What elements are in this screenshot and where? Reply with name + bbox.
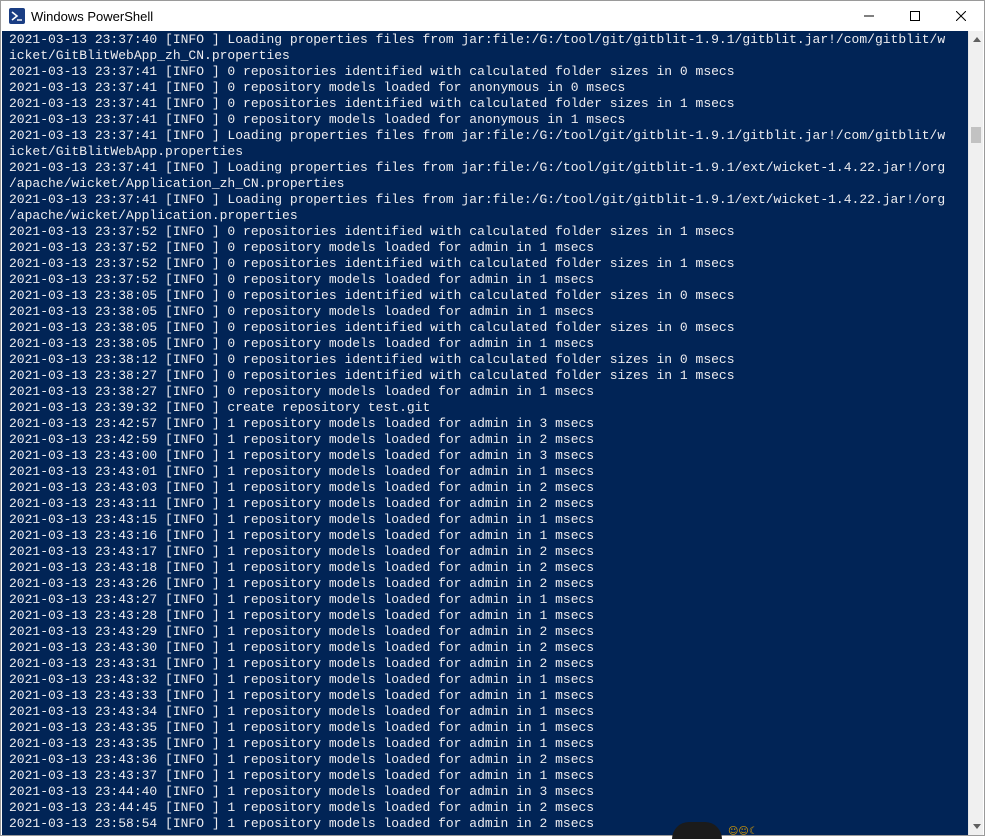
- scroll-up-button[interactable]: [969, 31, 984, 48]
- console-line: /apache/wicket/Application.properties: [9, 208, 298, 223]
- maximize-icon: [910, 11, 920, 21]
- console-line: 2021-03-13 23:43:11 [INFO ] 1 repository…: [9, 496, 595, 511]
- powershell-window: Windows PowerShell 2021-03-13 23:37:40 […: [0, 0, 985, 836]
- console-line: 2021-03-13 23:37:41 [INFO ] Loading prop…: [9, 128, 946, 143]
- console-line: 2021-03-13 23:43:34 [INFO ] 1 repository…: [9, 704, 595, 719]
- scrollbar-thumb[interactable]: [971, 127, 981, 143]
- console-line: /apache/wicket/Application_zh_CN.propert…: [9, 176, 345, 191]
- minimize-icon: [864, 15, 874, 17]
- window-controls: [846, 1, 984, 31]
- console-line: 2021-03-13 23:37:52 [INFO ] 0 repositori…: [9, 224, 735, 239]
- console-line: 2021-03-13 23:37:40 [INFO ] Loading prop…: [9, 32, 946, 47]
- powershell-icon[interactable]: [9, 8, 25, 24]
- minimize-button[interactable]: [846, 1, 892, 31]
- emoji-icons: ☺☺☾: [728, 826, 758, 837]
- console-output[interactable]: 2021-03-13 23:37:40 [INFO ] Loading prop…: [2, 31, 969, 835]
- console-line: 2021-03-13 23:38:27 [INFO ] 0 repository…: [9, 384, 595, 399]
- console-line: 2021-03-13 23:43:26 [INFO ] 1 repository…: [9, 576, 595, 591]
- console-line: 2021-03-13 23:39:32 [INFO ] create repos…: [9, 400, 431, 415]
- console-line: 2021-03-13 23:37:41 [INFO ] 0 repository…: [9, 112, 626, 127]
- window-title: Windows PowerShell: [31, 8, 154, 24]
- scroll-down-button[interactable]: [969, 818, 984, 835]
- console-line: 2021-03-13 23:43:16 [INFO ] 1 repository…: [9, 528, 595, 543]
- console-line: 2021-03-13 23:43:00 [INFO ] 1 repository…: [9, 448, 595, 463]
- console-line: 2021-03-13 23:37:41 [INFO ] Loading prop…: [9, 160, 946, 175]
- console-line: 2021-03-13 23:43:28 [INFO ] 1 repository…: [9, 608, 595, 623]
- console-line: 2021-03-13 23:42:57 [INFO ] 1 repository…: [9, 416, 595, 431]
- console-line: 2021-03-13 23:38:12 [INFO ] 0 repositori…: [9, 352, 735, 367]
- console-line: 2021-03-13 23:43:31 [INFO ] 1 repository…: [9, 656, 595, 671]
- maximize-button[interactable]: [892, 1, 938, 31]
- console-line: 2021-03-13 23:44:45 [INFO ] 1 repository…: [9, 800, 595, 815]
- console-line: 2021-03-13 23:37:52 [INFO ] 0 repository…: [9, 240, 595, 255]
- console-line: 2021-03-13 23:58:54 [INFO ] 1 repository…: [9, 816, 595, 831]
- console-line: 2021-03-13 23:37:41 [INFO ] 0 repositori…: [9, 64, 735, 79]
- console-line: 2021-03-13 23:38:05 [INFO ] 0 repositori…: [9, 320, 735, 335]
- console-line: 2021-03-13 23:37:41 [INFO ] 0 repositori…: [9, 96, 735, 111]
- title-bar[interactable]: Windows PowerShell: [1, 1, 984, 31]
- console-line: 2021-03-13 23:42:59 [INFO ] 1 repository…: [9, 432, 595, 447]
- console-line: 2021-03-13 23:38:05 [INFO ] 0 repository…: [9, 304, 595, 319]
- console-line: 2021-03-13 23:43:29 [INFO ] 1 repository…: [9, 624, 595, 639]
- console-line: 2021-03-13 23:37:41 [INFO ] 0 repository…: [9, 80, 626, 95]
- console-line: 2021-03-13 23:43:01 [INFO ] 1 repository…: [9, 464, 595, 479]
- console-line: 2021-03-13 23:43:35 [INFO ] 1 repository…: [9, 720, 595, 735]
- avatar: [672, 822, 722, 839]
- console-line: 2021-03-13 23:43:03 [INFO ] 1 repository…: [9, 480, 595, 495]
- console-line: 2021-03-13 23:37:52 [INFO ] 0 repositori…: [9, 256, 735, 271]
- chevron-up-icon: [972, 37, 981, 42]
- vertical-scrollbar[interactable]: [968, 31, 983, 835]
- console-line: 2021-03-13 23:44:40 [INFO ] 1 repository…: [9, 784, 595, 799]
- console-line: 2021-03-13 23:43:33 [INFO ] 1 repository…: [9, 688, 595, 703]
- console-line: 2021-03-13 23:37:41 [INFO ] Loading prop…: [9, 192, 946, 207]
- close-icon: [956, 11, 966, 21]
- console-line: 2021-03-13 23:43:18 [INFO ] 1 repository…: [9, 560, 595, 575]
- console-line: 2021-03-13 23:38:27 [INFO ] 0 repositori…: [9, 368, 735, 383]
- console-line: 2021-03-13 23:37:52 [INFO ] 0 repository…: [9, 272, 595, 287]
- console-line: icket/GitBlitWebApp_zh_CN.properties: [9, 48, 290, 63]
- console-line: 2021-03-13 23:43:32 [INFO ] 1 repository…: [9, 672, 595, 687]
- console-line: icket/GitBlitWebApp.properties: [9, 144, 244, 159]
- console-line: 2021-03-13 23:43:15 [INFO ] 1 repository…: [9, 512, 595, 527]
- console-line: 2021-03-13 23:43:37 [INFO ] 1 repository…: [9, 768, 595, 783]
- close-button[interactable]: [938, 1, 984, 31]
- console-lines: 2021-03-13 23:37:40 [INFO ] Loading prop…: [9, 32, 969, 832]
- console-line: 2021-03-13 23:38:05 [INFO ] 0 repository…: [9, 336, 595, 351]
- console-line: 2021-03-13 23:43:17 [INFO ] 1 repository…: [9, 544, 595, 559]
- console-line: 2021-03-13 23:38:05 [INFO ] 0 repositori…: [9, 288, 735, 303]
- console-line: 2021-03-13 23:43:27 [INFO ] 1 repository…: [9, 592, 595, 607]
- console-line: 2021-03-13 23:43:35 [INFO ] 1 repository…: [9, 736, 595, 751]
- console-line: 2021-03-13 23:43:36 [INFO ] 1 repository…: [9, 752, 595, 767]
- console-line: 2021-03-13 23:43:30 [INFO ] 1 repository…: [9, 640, 595, 655]
- chevron-down-icon: [972, 824, 981, 829]
